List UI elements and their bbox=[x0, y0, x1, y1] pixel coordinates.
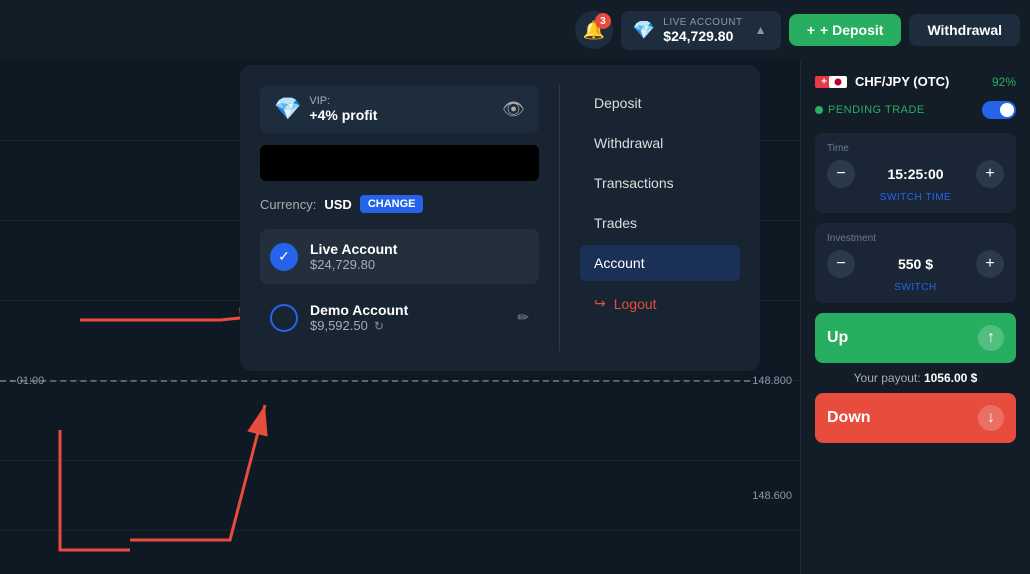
time-value: 15:25:00 bbox=[863, 166, 968, 182]
demo-account-circle-icon bbox=[270, 304, 298, 332]
live-account-info: Live Account $24,729.80 bbox=[310, 241, 529, 272]
vip-diamond-icon: 💎 bbox=[274, 96, 301, 122]
up-arrow-icon: ↑ bbox=[978, 325, 1004, 351]
menu-deposit[interactable]: Deposit bbox=[580, 85, 740, 121]
investment-decrease-button[interactable]: − bbox=[827, 250, 855, 278]
demo-account-balance: $9,592.50 ↻ bbox=[310, 318, 505, 333]
time-control: Time − 15:25:00 + SWITCH TIME bbox=[815, 133, 1016, 213]
demo-account-name: Demo Account bbox=[310, 302, 505, 318]
menu-logout[interactable]: ↪ Logout bbox=[580, 285, 740, 322]
live-account-name: Live Account bbox=[310, 241, 529, 257]
refresh-icon[interactable]: ↻ bbox=[374, 319, 384, 333]
menu-account[interactable]: Account bbox=[580, 245, 740, 281]
header: 🔔 3 💎 LIVE ACCOUNT $24,729.80 ▲ + + Depo… bbox=[0, 0, 1030, 60]
account-selector-button[interactable]: 💎 LIVE ACCOUNT $24,729.80 ▲ bbox=[621, 11, 781, 50]
deposit-label: + Deposit bbox=[820, 22, 883, 38]
menu-trades[interactable]: Trades bbox=[580, 205, 740, 241]
transactions-menu-label: Transactions bbox=[594, 175, 674, 191]
down-button[interactable]: Down ↓ bbox=[815, 393, 1016, 443]
investment-control-row: − 550 $ + bbox=[827, 250, 1004, 278]
notification-button[interactable]: 🔔 3 bbox=[575, 11, 613, 49]
account-info: LIVE ACCOUNT $24,729.80 bbox=[663, 17, 742, 44]
plus-icon: + bbox=[807, 22, 815, 38]
deposit-menu-label: Deposit bbox=[594, 95, 641, 111]
account-menu-label: Account bbox=[594, 255, 645, 271]
pair-header: CHF/JPY (OTC) 92% bbox=[815, 74, 1016, 89]
live-account-item[interactable]: ✓ Live Account $24,729.80 bbox=[260, 229, 539, 284]
chart-price-label-1: 148.800 bbox=[752, 375, 792, 387]
vip-text: VIP: +4% profit bbox=[309, 95, 377, 123]
vip-label: VIP: bbox=[309, 95, 377, 107]
switch-time-label: SWITCH TIME bbox=[827, 192, 1004, 203]
pending-dot bbox=[815, 106, 823, 114]
chevron-up-icon: ▲ bbox=[755, 23, 767, 37]
investment-increase-button[interactable]: + bbox=[976, 250, 1004, 278]
withdrawal-button[interactable]: Withdrawal bbox=[909, 14, 1020, 46]
down-arrow-icon: ↓ bbox=[978, 405, 1004, 431]
currency-row: Currency: USD CHANGE bbox=[260, 195, 539, 213]
trades-menu-label: Trades bbox=[594, 215, 637, 231]
time-label: Time bbox=[827, 143, 1004, 154]
pair-percentage: 92% bbox=[992, 75, 1016, 89]
live-account-check-icon: ✓ bbox=[270, 243, 298, 271]
change-currency-button[interactable]: CHANGE bbox=[360, 195, 424, 213]
jpy-flag bbox=[829, 76, 847, 88]
vip-row: 💎 VIP: +4% profit 👁 bbox=[260, 85, 539, 133]
investment-control: Investment − 550 $ + SWITCH bbox=[815, 223, 1016, 303]
balance-bar bbox=[260, 145, 539, 181]
demo-account-item[interactable]: Demo Account $9,592.50 ↻ ✏ bbox=[260, 290, 539, 345]
menu-transactions[interactable]: Transactions bbox=[580, 165, 740, 201]
currency-text-label: Currency: bbox=[260, 197, 316, 212]
right-panel: CHF/JPY (OTC) 92% PENDING TRADE Time − 1… bbox=[800, 60, 1030, 574]
logout-icon: ↪ bbox=[594, 295, 606, 312]
grid-line bbox=[0, 460, 800, 461]
withdrawal-label: Withdrawal bbox=[927, 22, 1002, 38]
eye-icon[interactable]: 👁 bbox=[502, 99, 525, 120]
dropdown-right-menu: Deposit Withdrawal Transactions Trades A… bbox=[560, 85, 740, 351]
pending-trade-label: PENDING TRADE bbox=[815, 104, 925, 116]
currency-value: USD bbox=[324, 197, 351, 212]
time-control-row: − 15:25:00 + bbox=[827, 160, 1004, 188]
menu-withdrawal[interactable]: Withdrawal bbox=[580, 125, 740, 161]
payout-value: 1056.00 $ bbox=[924, 371, 977, 385]
account-dropdown: 💎 VIP: +4% profit 👁 Currency: USD CHANGE… bbox=[240, 65, 760, 371]
up-label: Up bbox=[827, 329, 848, 347]
price-dashed-line bbox=[0, 380, 750, 382]
time-increase-button[interactable]: + bbox=[976, 160, 1004, 188]
demo-account-info: Demo Account $9,592.50 ↻ bbox=[310, 302, 505, 333]
deposit-button[interactable]: + + Deposit bbox=[789, 14, 902, 46]
pair-name: CHF/JPY (OTC) bbox=[855, 74, 949, 89]
vip-profit: +4% profit bbox=[309, 107, 377, 123]
pair-flags bbox=[815, 76, 847, 88]
edit-icon[interactable]: ✏ bbox=[517, 309, 529, 326]
pending-trade-row: PENDING TRADE bbox=[815, 101, 1016, 119]
switch-label: SWITCH bbox=[827, 282, 1004, 293]
dropdown-left-panel: 💎 VIP: +4% profit 👁 Currency: USD CHANGE… bbox=[260, 85, 560, 351]
grid-line bbox=[0, 530, 800, 531]
notification-badge: 3 bbox=[595, 13, 611, 29]
account-label: LIVE ACCOUNT bbox=[663, 17, 742, 28]
withdrawal-menu-label: Withdrawal bbox=[594, 135, 663, 151]
time-decrease-button[interactable]: − bbox=[827, 160, 855, 188]
pending-trade-toggle[interactable] bbox=[982, 101, 1016, 119]
investment-value: 550 $ bbox=[863, 256, 968, 272]
investment-label: Investment bbox=[827, 233, 1004, 244]
time-axis-label: - 01:00 bbox=[10, 375, 44, 387]
up-button[interactable]: Up ↑ bbox=[815, 313, 1016, 363]
down-label: Down bbox=[827, 409, 871, 427]
vip-left: 💎 VIP: +4% profit bbox=[274, 95, 377, 123]
diamond-icon: 💎 bbox=[633, 20, 655, 41]
account-balance: $24,729.80 bbox=[663, 28, 733, 44]
payout-row: Your payout: 1056.00 $ bbox=[815, 371, 1016, 385]
payout-label: Your payout: bbox=[854, 371, 921, 385]
logout-menu-label: Logout bbox=[614, 296, 657, 312]
live-account-balance: $24,729.80 bbox=[310, 257, 529, 272]
chart-price-label-2: 148.600 bbox=[752, 490, 792, 502]
